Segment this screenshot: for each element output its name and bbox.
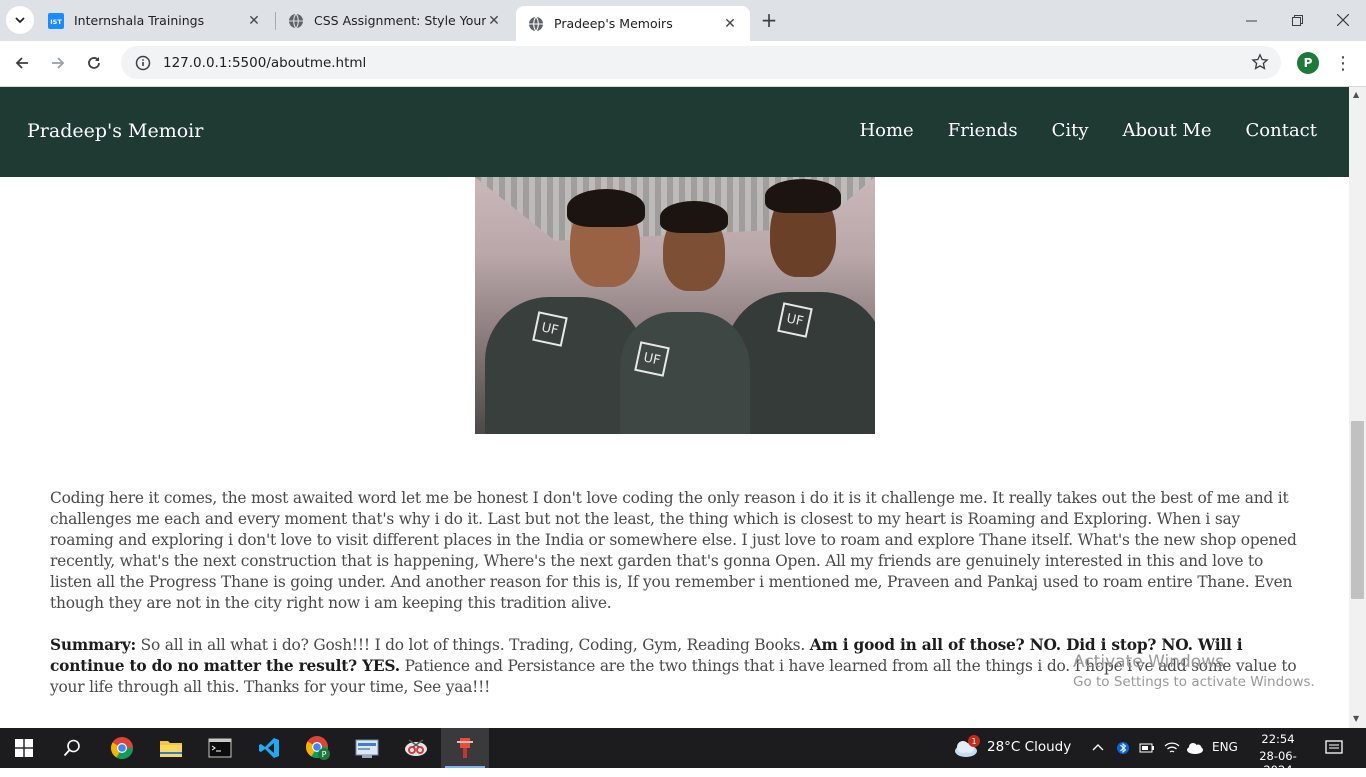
profile-avatar[interactable]: P	[1297, 52, 1319, 74]
chevron-down-icon	[15, 17, 25, 24]
file-explorer-button[interactable]	[147, 728, 195, 768]
summary-text: So all in all what i do? Gosh!!! I do lo…	[135, 636, 810, 654]
tab-internshala[interactable]: IST Internshala Trainings ✕	[36, 0, 274, 41]
nav-link-contact[interactable]: Contact	[1246, 120, 1317, 141]
minimize-icon	[1245, 20, 1257, 21]
photo-shirt	[620, 312, 750, 434]
start-button[interactable]	[0, 728, 48, 768]
paint-tool-icon	[457, 738, 473, 758]
search-button[interactable]	[48, 728, 96, 768]
site-brand[interactable]: Pradeep's Memoir	[27, 120, 203, 142]
activate-windows-watermark: Activate Windows Go to Settings to activ…	[1073, 652, 1315, 690]
address-bar[interactable]: 127.0.0.1:5500/aboutme.html	[121, 46, 1281, 79]
nav-link-city[interactable]: City	[1052, 120, 1089, 141]
language-indicator[interactable]: ENG	[1212, 740, 1238, 754]
restore-button[interactable]	[1274, 0, 1320, 40]
control-panel-icon	[355, 739, 379, 758]
close-window-button[interactable]	[1320, 0, 1366, 40]
tab-search-button[interactable]	[6, 6, 34, 34]
svg-text:IST: IST	[50, 18, 62, 26]
summary-label: Summary:	[50, 636, 136, 654]
browser-toolbar: 127.0.0.1:5500/aboutme.html P ⋮	[0, 41, 1366, 87]
clock-time[interactable]: 22:54	[1253, 732, 1303, 746]
tab-title: CSS Assignment: Style Your Pers	[314, 13, 486, 28]
scroll-down-icon[interactable]: ▼	[1353, 714, 1359, 723]
about-paragraph: Coding here it comes, the most awaited w…	[50, 489, 1297, 612]
tab-strip: IST Internshala Trainings ✕ CSS Assignme…	[0, 0, 1366, 41]
new-tab-button[interactable]: +	[757, 8, 781, 32]
vscode-icon	[259, 738, 279, 758]
weather-badge: 1	[968, 735, 980, 747]
photo-hair	[567, 189, 645, 227]
chrome-icon	[111, 737, 133, 759]
scrollbar-thumb[interactable]	[1351, 421, 1364, 599]
control-panel-button[interactable]	[343, 728, 391, 768]
clock-date[interactable]: 28-06-2024	[1248, 749, 1308, 777]
chrome-profile-button[interactable]: P	[294, 728, 342, 768]
page-viewport: Pradeep's Memoir Home Friends City About…	[0, 87, 1349, 728]
bluetooth-icon[interactable]	[1113, 728, 1133, 768]
tab-css-assignment[interactable]: CSS Assignment: Style Your Pers ✕	[276, 0, 514, 41]
weather-text[interactable]: 28°C Cloudy	[987, 739, 1071, 755]
shirt-logo: UF	[634, 341, 670, 377]
page-scrollbar[interactable]: ▲ ▼	[1349, 87, 1366, 728]
chevron-up-icon[interactable]	[1088, 728, 1108, 768]
tab-title: Internshala Trainings	[74, 13, 205, 28]
tab-title: Pradeep's Memoirs	[554, 16, 673, 31]
minimize-button[interactable]	[1228, 0, 1274, 40]
photo-hair	[765, 179, 841, 213]
terminal-button[interactable]	[196, 728, 244, 768]
url-text: 127.0.0.1:5500/aboutme.html	[163, 54, 367, 71]
network-icon[interactable]	[1161, 728, 1183, 768]
chrome-taskbar-button[interactable]	[98, 728, 146, 768]
ist-icon: IST	[48, 12, 64, 29]
close-icon	[1337, 14, 1349, 26]
more-menu-icon[interactable]: ⋮	[1333, 52, 1353, 74]
terminal-icon	[208, 738, 232, 758]
site-nav-links: Home Friends City About Me Contact	[859, 120, 1317, 141]
restore-icon	[1291, 14, 1303, 26]
globe-icon	[528, 16, 544, 32]
shirt-logo: UF	[777, 302, 813, 338]
notification-icon	[1325, 740, 1343, 754]
snipping-tool-icon	[405, 739, 427, 756]
globe-icon	[288, 13, 304, 29]
scroll-up-icon[interactable]: ▲	[1353, 90, 1359, 99]
snipping-tool-button[interactable]	[392, 728, 440, 768]
nav-link-about-me[interactable]: About Me	[1123, 120, 1212, 141]
watermark-subtitle: Go to Settings to activate Windows.	[1073, 674, 1315, 690]
arrow-left-icon	[15, 57, 28, 69]
back-button[interactable]	[7, 48, 37, 78]
active-app-button[interactable]	[441, 728, 489, 768]
tab-pradeeps-memoirs[interactable]: Pradeep's Memoirs ✕	[516, 6, 750, 41]
reload-icon	[88, 57, 100, 69]
windows-taskbar: P 1 28°C Cloudy ENG 22:54 28-06-2024	[0, 728, 1366, 777]
search-icon	[63, 739, 80, 757]
site-navbar: Pradeep's Memoir Home Friends City About…	[0, 87, 1349, 177]
notification-button[interactable]	[1320, 728, 1348, 768]
windows-logo-icon	[15, 739, 33, 757]
onedrive-icon[interactable]	[1184, 728, 1206, 768]
close-icon[interactable]: ✕	[486, 13, 502, 29]
chrome-profile-icon: P	[306, 736, 330, 760]
weather-widget[interactable]: 1	[946, 728, 986, 768]
forward-button[interactable]	[43, 48, 73, 78]
photo-hair	[660, 201, 728, 233]
watermark-title: Activate Windows	[1073, 652, 1224, 672]
shirt-logo: UF	[532, 311, 568, 347]
nav-link-friends[interactable]: Friends	[948, 120, 1018, 141]
vscode-button[interactable]	[245, 728, 293, 768]
friends-photo: UF UF UF	[475, 177, 875, 434]
reload-button[interactable]	[79, 48, 109, 78]
folder-icon	[160, 741, 182, 757]
close-icon[interactable]: ✕	[246, 13, 262, 29]
info-icon[interactable]	[134, 54, 152, 72]
nav-link-home[interactable]: Home	[859, 120, 913, 141]
battery-icon[interactable]	[1137, 728, 1157, 768]
svg-text:P: P	[322, 750, 327, 759]
arrow-right-icon	[52, 57, 65, 69]
star-icon[interactable]	[1251, 53, 1269, 75]
close-icon[interactable]: ✕	[722, 16, 738, 32]
